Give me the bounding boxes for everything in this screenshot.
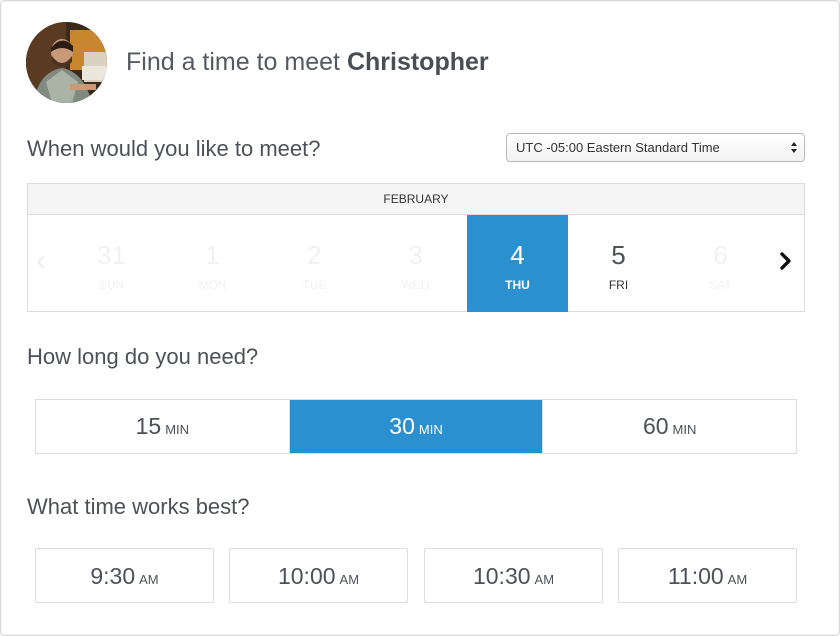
time-slot-button[interactable]: 10:30 AM [424,548,603,603]
duration-unit: MIN [672,422,697,437]
day-cell: 31 SUN [61,215,162,312]
time-slot-button[interactable]: 9:30 AM [35,548,214,603]
time-slot-button[interactable]: 11:00 AM [618,548,797,603]
duration-selector: 15 MIN 30 MIN 60 MIN [35,399,797,454]
chevron-right-glyph [780,252,791,270]
duration-option-60[interactable]: 60 MIN [542,400,797,453]
day-weekday: FRI [608,278,629,292]
day-number: 6 [713,240,728,270]
day-number: 4 [510,240,525,270]
time-slot-period: AM [534,572,555,587]
day-cell: 1 MON [162,215,263,312]
time-slot-time: 10:30 [472,563,531,589]
time-slot-time: 9:30 [90,563,136,589]
day-weekday: SAT [709,278,732,292]
date-picker: FEBRUARY ‹ 31 SUN 1 MON 2 TUE 3 WED 4 TH… [27,183,805,312]
booking-panel [0,0,840,636]
day-weekday: WED [401,278,430,292]
day-number: 1 [205,240,220,270]
day-weekday: THU [505,278,530,292]
day-cell: 2 TUE [264,215,365,312]
time-section-heading: What time works best? [27,494,250,519]
page-title: Find a time to meet Christopher [126,48,489,77]
time-slot-period: AM [339,572,360,587]
duration-unit: MIN [165,422,190,437]
day-weekday: MON [198,278,227,292]
day-strip: ‹ 31 SUN 1 MON 2 TUE 3 WED 4 THU 5 FRI 6… [28,215,804,312]
date-section-heading: When would you like to meet? [27,136,321,161]
time-slot-period: AM [139,572,159,587]
timezone-select[interactable]: UTC -05:00 Eastern Standard Time [506,133,805,162]
duration-value: 30 [389,413,415,439]
time-slot-time: 10:00 [277,563,336,589]
select-arrows-icon [791,142,797,153]
avatar-photo [26,22,107,103]
time-slot-time: 11:00 [667,563,724,589]
day-weekday: SUN [98,278,125,292]
time-slot-button[interactable]: 10:00 AM [229,548,408,603]
day-number: 3 [408,240,423,270]
time-slot-list: 9:30 AM 10:00 AM 10:30 AM 11:00 AM [35,548,797,603]
duration-value: 60 [642,413,669,439]
page-title-prefix: Find a time to meet [126,48,340,76]
duration-unit: MIN [418,422,443,437]
chevron-right-icon[interactable] [776,245,796,277]
day-number: 2 [307,240,322,270]
day-cell-selected[interactable]: 4 THU [467,215,568,312]
day-number: 31 [97,240,126,270]
host-avatar [26,22,107,103]
time-slot-period: AM [727,572,748,587]
day-cell[interactable]: 5 FRI [568,215,669,312]
duration-option-15[interactable]: 15 MIN [36,400,289,453]
day-cell: 3 WED [365,215,466,312]
timezone-value: UTC -05:00 Eastern Standard Time [516,140,720,155]
month-label: FEBRUARY [28,184,804,215]
day-weekday: TUE [302,278,327,292]
duration-value: 15 [135,413,162,439]
host-name: Christopher [346,48,489,76]
duration-section-heading: How long do you need? [27,344,259,369]
day-cell: 6 SAT [670,215,771,312]
day-number: 5 [611,240,626,270]
duration-option-30[interactable]: 30 MIN [288,400,543,453]
chevron-left-icon[interactable]: ‹ [36,245,56,277]
